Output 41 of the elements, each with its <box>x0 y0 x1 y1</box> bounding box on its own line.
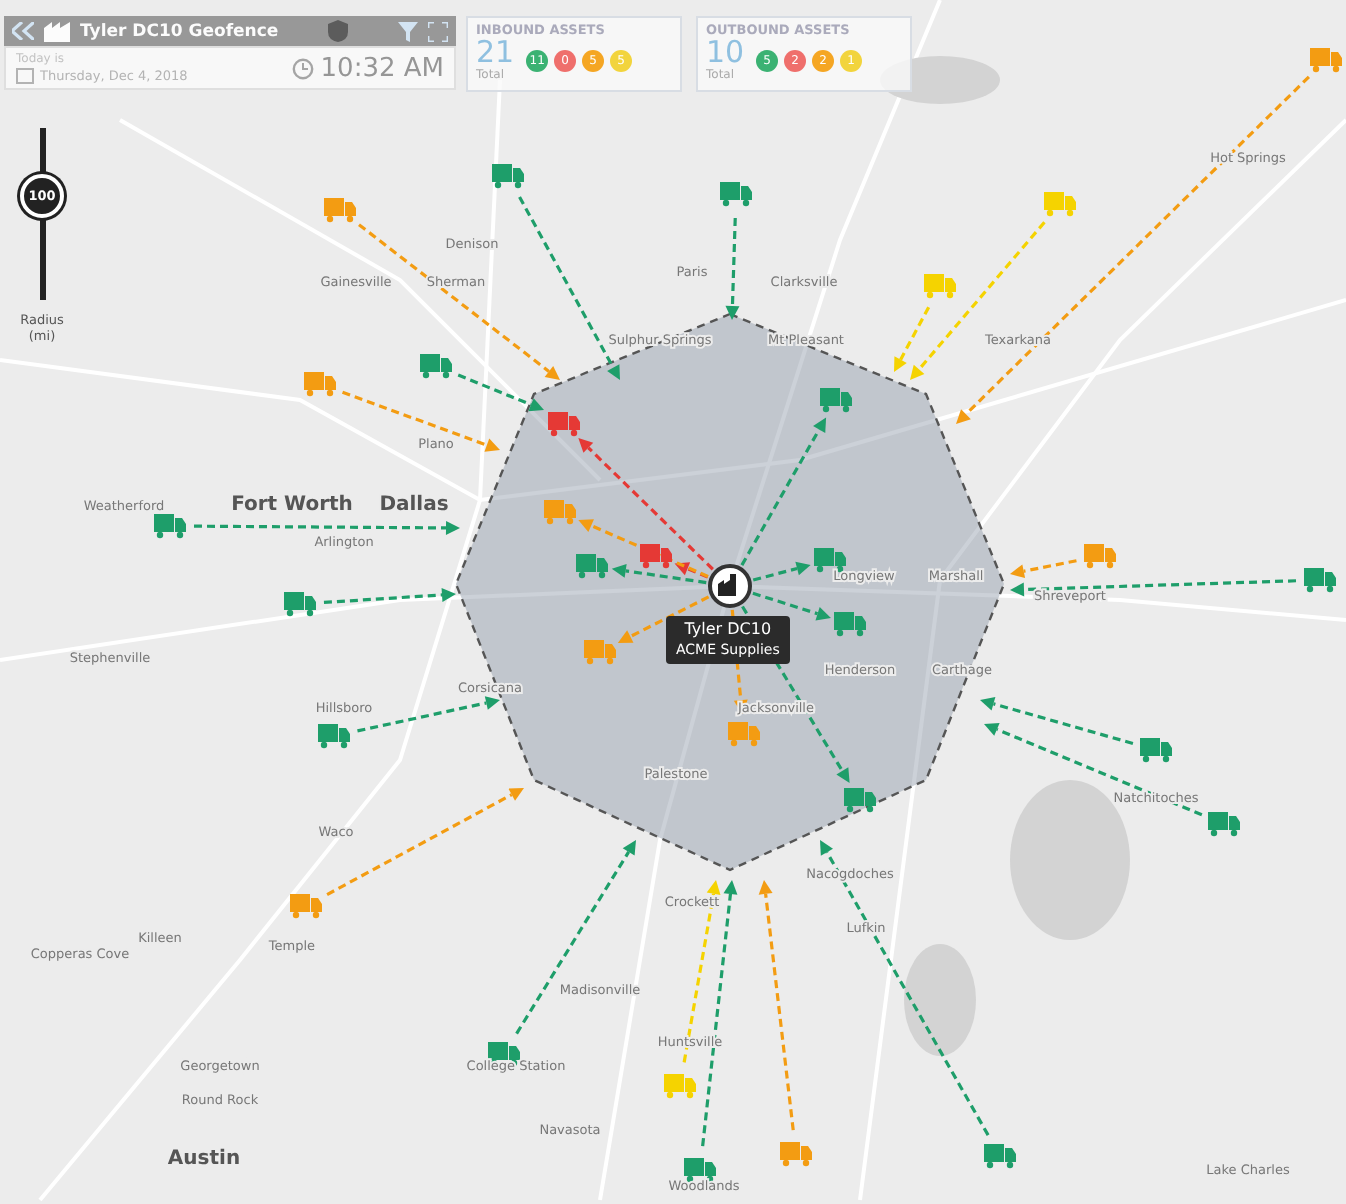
truck-icon[interactable] <box>820 388 852 413</box>
truck-icon[interactable] <box>1208 812 1240 837</box>
total-count: 21 <box>476 38 515 68</box>
dashed-arrow <box>725 217 740 320</box>
truck-icon[interactable] <box>720 182 752 207</box>
facility-name: Tyler DC10 <box>684 620 772 640</box>
map-label: Fort Worth <box>231 494 353 516</box>
expand-icon[interactable] <box>428 21 448 41</box>
map-label: Dallas <box>379 494 449 516</box>
truck-icon[interactable] <box>324 198 356 223</box>
truck-icon[interactable] <box>1140 738 1172 763</box>
filter-icon[interactable] <box>398 21 418 41</box>
total-count: 10 <box>706 38 745 68</box>
truck-icon[interactable] <box>1304 568 1336 593</box>
truck-icon[interactable] <box>420 354 452 379</box>
shield-icon <box>328 20 348 42</box>
truck-icon[interactable] <box>780 1142 812 1167</box>
truck-icon[interactable] <box>834 612 866 637</box>
truck-icon[interactable] <box>1310 48 1342 73</box>
calendar-icon <box>16 66 34 84</box>
clock-icon <box>292 57 315 79</box>
truck-icon[interactable] <box>304 372 336 397</box>
dashed-arrow <box>323 587 456 605</box>
building-icon <box>44 20 70 42</box>
truck-icon[interactable] <box>492 164 524 189</box>
geofence-title: Tyler DC10 Geofence <box>80 21 281 41</box>
truck-icon[interactable] <box>548 412 580 437</box>
collapse-icon[interactable] <box>12 22 34 40</box>
truck-icon[interactable] <box>684 1158 716 1183</box>
time-text: 10:32 AM <box>320 53 444 83</box>
truck-icon[interactable] <box>640 544 672 569</box>
map-label: Austin <box>167 1148 241 1170</box>
truck-icon[interactable] <box>844 788 876 813</box>
truck-icon[interactable] <box>284 592 316 617</box>
truck-icon[interactable] <box>814 548 846 573</box>
truck-icon[interactable] <box>1084 544 1116 569</box>
truck-icon[interactable] <box>290 894 322 919</box>
truck-icon[interactable] <box>984 1144 1016 1169</box>
truck-icon[interactable] <box>576 554 608 579</box>
truck-icon[interactable] <box>154 514 186 539</box>
truck-icon[interactable] <box>318 724 350 749</box>
